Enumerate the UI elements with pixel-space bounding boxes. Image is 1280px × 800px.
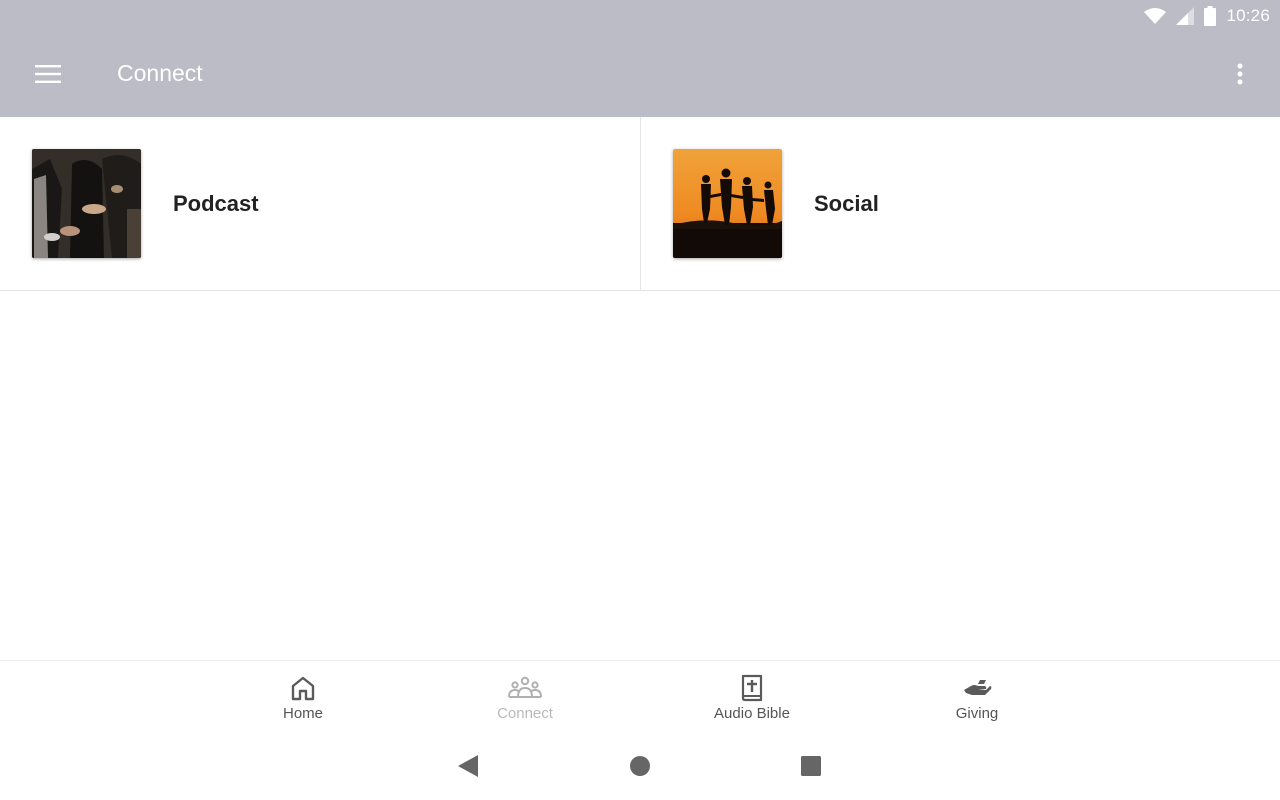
menu-button[interactable] (28, 56, 68, 96)
bottom-navigation: Home Connect Audio Bible Giving (0, 660, 1280, 740)
back-triangle-icon (458, 754, 478, 782)
more-vert-icon (1237, 63, 1243, 90)
nav-connect-label: Connect (497, 705, 553, 722)
podcast-thumbnail (32, 149, 141, 258)
home-circle-icon (630, 755, 650, 781)
system-navigation-bar (0, 740, 1280, 800)
podcast-label: Podcast (173, 190, 259, 216)
connect-grid: Podcast Social (0, 117, 1280, 291)
hamburger-menu-icon (35, 64, 61, 88)
home-icon (290, 673, 316, 703)
status-bar: 10:26 (1144, 5, 1270, 27)
home-system-button[interactable] (625, 755, 655, 781)
people-icon (508, 673, 542, 703)
nav-connect[interactable]: Connect (455, 673, 595, 733)
battery-icon (1204, 6, 1217, 26)
nav-audio-bible-label: Audio Bible (714, 705, 790, 722)
overflow-menu-button[interactable] (1224, 56, 1256, 96)
app-screen: 10:26 Connect Podcast Social Home Connec… (0, 0, 1280, 800)
nav-home-label: Home (282, 705, 323, 722)
app-bar: 10:26 Connect (0, 0, 1280, 117)
social-thumbnail (673, 149, 782, 258)
nav-home[interactable]: Home (233, 673, 373, 733)
social-tile[interactable]: Social (640, 117, 1280, 290)
back-button[interactable] (453, 754, 483, 782)
social-label: Social (814, 190, 879, 216)
recents-button[interactable] (796, 755, 826, 781)
giving-hand-icon (962, 673, 992, 703)
status-time: 10:26 (1226, 6, 1270, 25)
signal-icon (1176, 7, 1195, 25)
recents-square-icon (801, 755, 821, 781)
bible-icon (740, 673, 764, 703)
wifi-icon (1144, 8, 1167, 24)
page-title: Connect (117, 60, 203, 86)
nav-audio-bible[interactable]: Audio Bible (682, 673, 822, 733)
nav-giving-label: Giving (955, 705, 999, 722)
nav-giving[interactable]: Giving (907, 673, 1047, 733)
podcast-tile[interactable]: Podcast (0, 117, 640, 290)
